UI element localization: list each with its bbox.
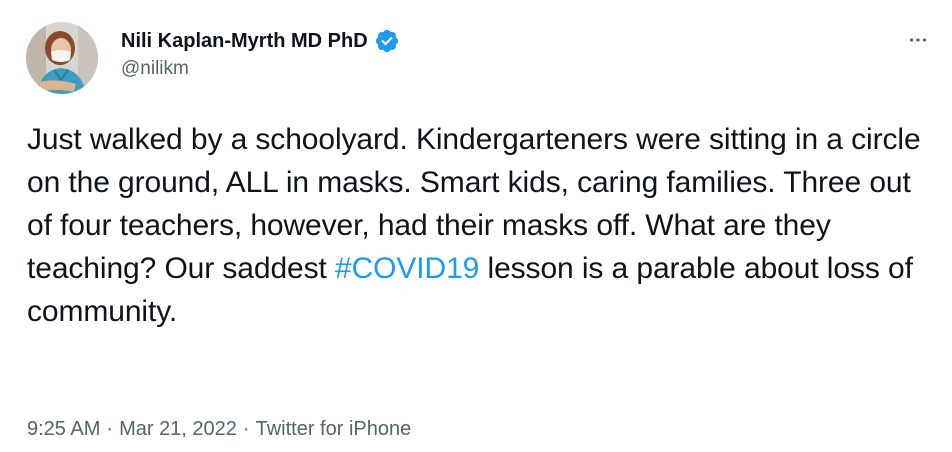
more-horizontal-icon[interactable] xyxy=(904,26,932,54)
tweet-card: Nili Kaplan-Myrth MD PhD @nilikm Just wa… xyxy=(0,0,952,452)
hashtag-link[interactable]: #COVID19 xyxy=(335,252,479,285)
display-name[interactable]: Nili Kaplan-Myrth MD PhD xyxy=(121,30,368,53)
tweet-date[interactable]: Mar 21, 2022 xyxy=(119,418,237,440)
avatar[interactable] xyxy=(26,22,98,94)
meta-separator: · xyxy=(106,418,114,440)
avatar-image xyxy=(26,22,98,94)
meta-separator: · xyxy=(242,418,250,440)
verified-badge-icon xyxy=(374,28,400,54)
author-name-row: Nili Kaplan-Myrth MD PhD xyxy=(121,27,400,55)
tweet-meta: 9:25 AM · Mar 21, 2022 · Twitter for iPhone xyxy=(27,418,411,441)
tweet-text: Just walked by a schoolyard. Kindergarte… xyxy=(27,118,927,333)
tweet-source[interactable]: Twitter for iPhone xyxy=(256,418,412,440)
tweet-time[interactable]: 9:25 AM xyxy=(27,418,100,440)
user-handle[interactable]: @nilikm xyxy=(121,58,189,80)
